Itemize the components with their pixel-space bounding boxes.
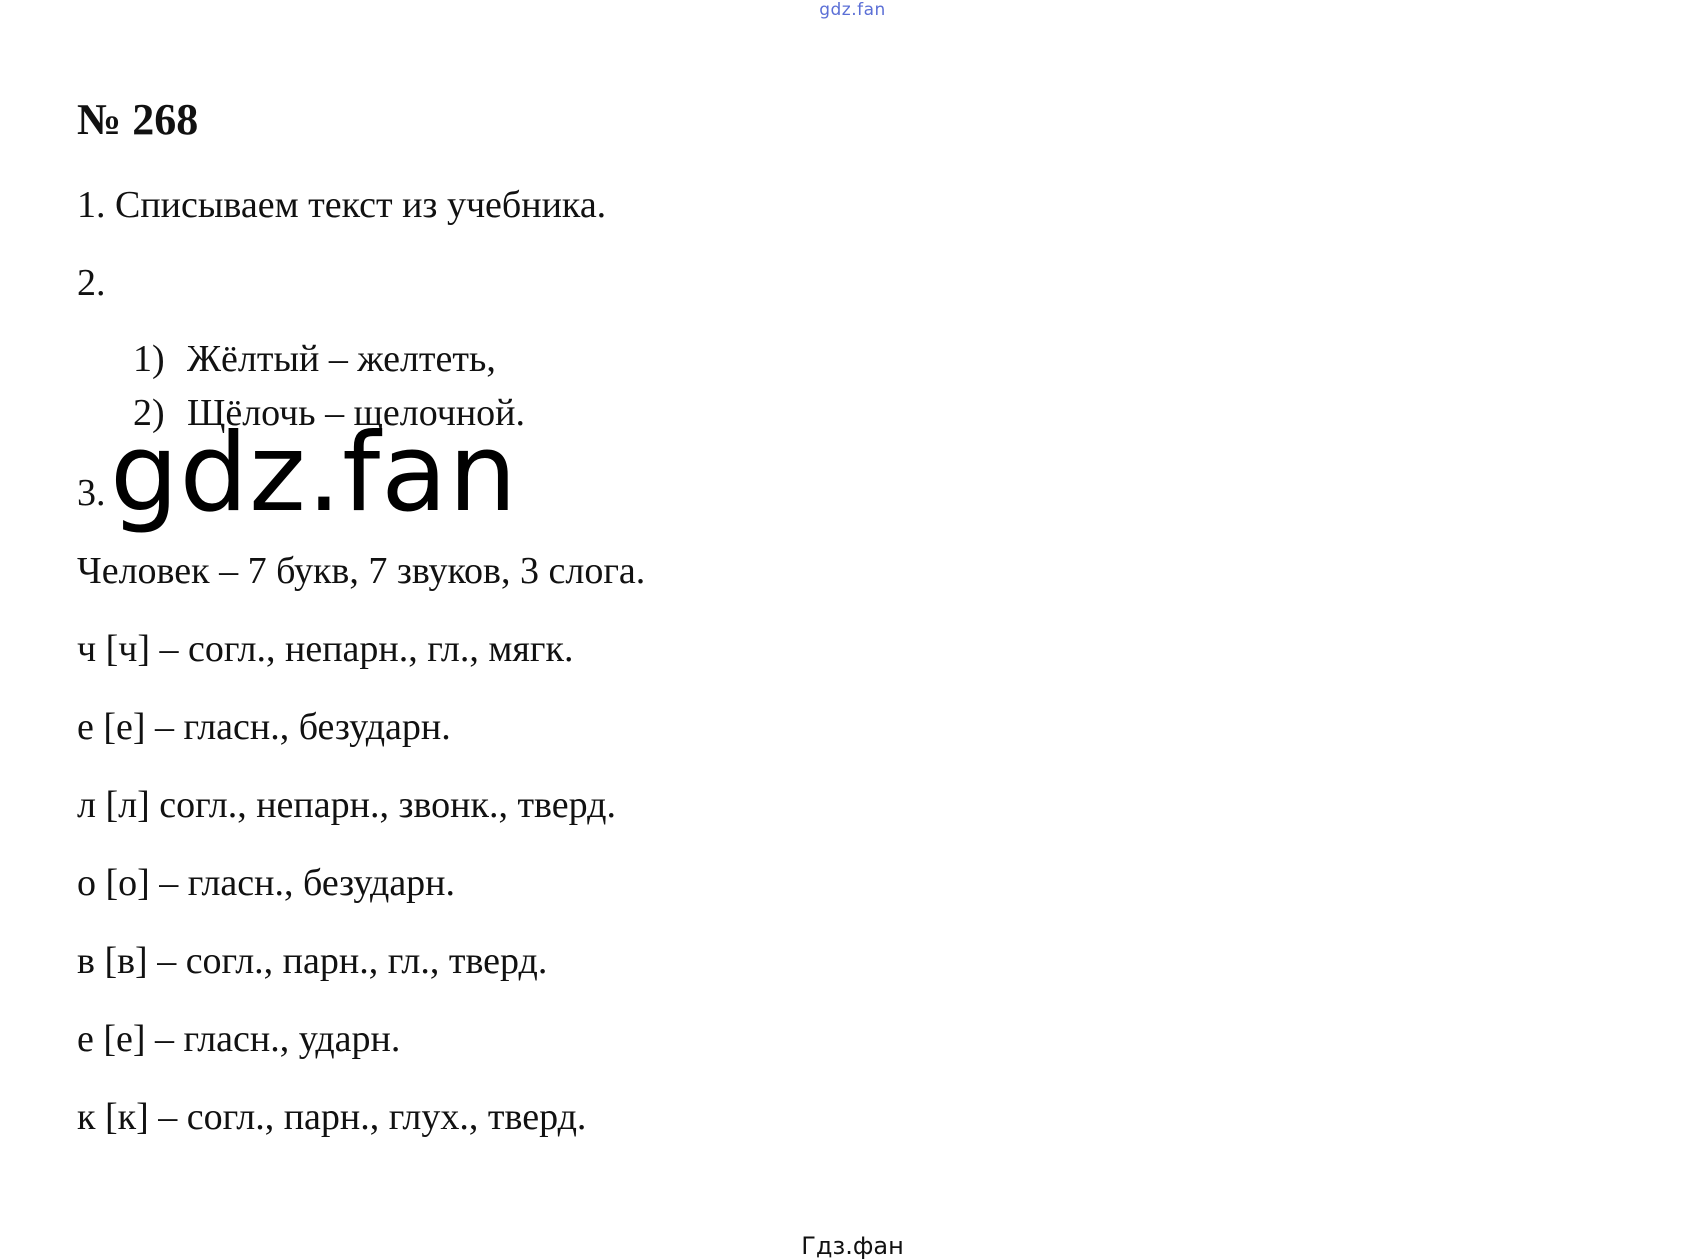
pair-item-text: Жёлтый – желтеть, [187, 338, 496, 380]
watermark-center: gdz.fan [110, 411, 518, 536]
letter-analysis-line: е [е] – гласн., ударн. [77, 1018, 401, 1060]
letter-analysis-line: в [в] – согл., парн., гл., тверд. [77, 940, 548, 982]
word-summary: Человек – 7 букв, 7 звуков, 3 слога. [77, 550, 646, 592]
letter-analysis-line: к [к] – согл., парн., глух., тверд. [77, 1096, 587, 1138]
watermark-top: gdz.fan [819, 0, 886, 20]
letter-analysis-line: о [о] – гласн., безударн. [77, 862, 456, 904]
document-page: gdz.fan № 268 1. Списываем текст из учеб… [0, 0, 1705, 1260]
task-number: № 268 [77, 95, 199, 144]
letter-analysis-line: е [е] – гласн., безударн. [77, 706, 451, 748]
pair-item-number: 1) [133, 338, 165, 380]
step-1: 1. Списываем текст из учебника. [77, 184, 607, 226]
letter-analysis-line: л [л] согл., непарн., звонк., тверд. [77, 784, 616, 826]
letter-analysis-line: ч [ч] – согл., непарн., гл., мягк. [77, 628, 574, 670]
step-2-label: 2. [77, 262, 106, 304]
step-3-label: 3. [77, 472, 106, 514]
